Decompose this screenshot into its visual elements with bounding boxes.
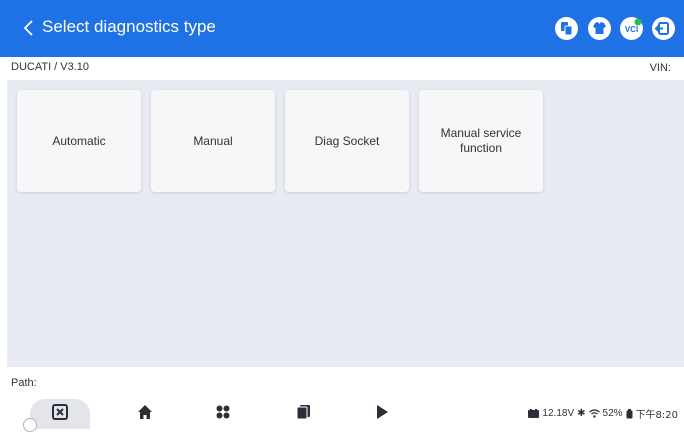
path-label: Path:	[11, 377, 37, 389]
apps-icon[interactable]	[215, 404, 231, 420]
close-box-icon	[52, 404, 68, 420]
home-icon[interactable]	[137, 404, 153, 420]
manual-service-function-card[interactable]: Manual service function	[419, 90, 543, 192]
clock-text: 下午8:20	[635, 410, 678, 421]
floating-ball[interactable]	[23, 418, 37, 432]
recent-icon[interactable]	[295, 404, 311, 420]
page-title: Select diagnostics type	[42, 17, 216, 36]
chevron-left-icon[interactable]	[18, 15, 40, 41]
card-label: Manual service function	[440, 126, 522, 155]
vin-label: VIN:	[649, 62, 671, 74]
battery-icon	[626, 408, 633, 418]
card-grid: Automatic Manual Diag Socket Manual serv…	[7, 80, 684, 367]
battery-percent: 52%	[602, 408, 623, 419]
exit-icon[interactable]	[652, 17, 675, 40]
car-battery-icon	[528, 409, 540, 418]
svg-text:VCI: VCI	[625, 25, 638, 34]
card-label: Diag Socket	[314, 133, 380, 148]
voltage-text: 12.18V	[542, 408, 575, 419]
status-area: 12.18V ✱ 52% 下午8:20	[528, 406, 678, 421]
top-bar: Select diagnostics type VCI	[0, 0, 684, 57]
transfer-icon[interactable]	[555, 17, 578, 40]
bluetooth-icon: ✱	[577, 408, 586, 419]
breadcrumb: DUCATI / V3.10	[11, 61, 90, 73]
manual-card[interactable]: Manual	[151, 90, 275, 192]
info-bar: DUCATI / V3.10 VIN:	[0, 57, 684, 80]
tshirt-icon[interactable]	[588, 17, 611, 40]
vci-icon[interactable]: VCI	[620, 17, 643, 40]
play-icon[interactable]	[374, 404, 390, 420]
wifi-icon	[588, 409, 600, 418]
card-label: Automatic	[52, 133, 106, 148]
diag-socket-card[interactable]: Diag Socket	[285, 90, 409, 192]
card-label: Manual	[193, 133, 233, 148]
close-box-button[interactable]	[30, 399, 90, 429]
navigation-bar: 12.18V ✱ 52% 下午8:20	[0, 399, 684, 432]
automatic-card[interactable]: Automatic	[17, 90, 141, 192]
